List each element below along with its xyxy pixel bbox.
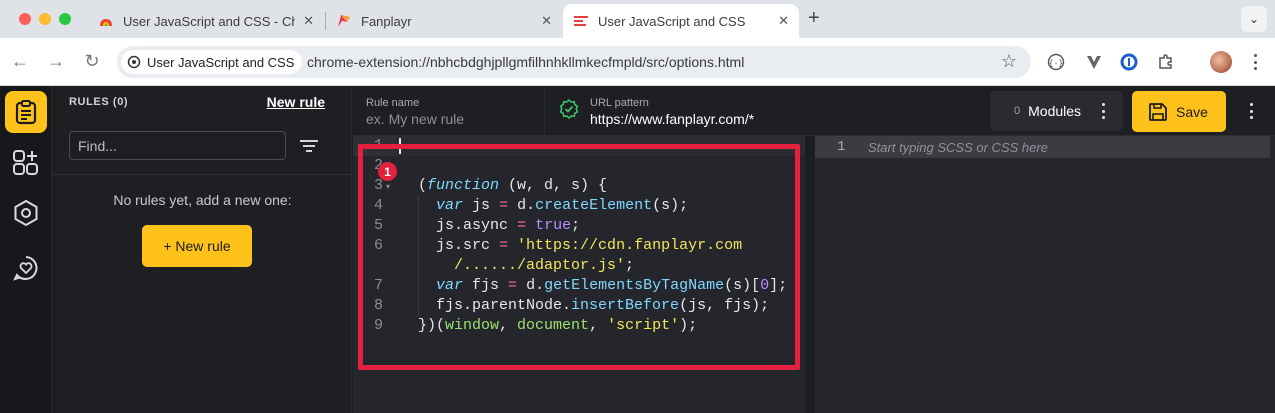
tab-title: User JavaScript and CSS - Chrome Web Sto…	[123, 13, 296, 29]
tab-search-icon[interactable]: ⌄	[1241, 6, 1267, 32]
minimize-window-button[interactable]	[39, 13, 51, 25]
modules-menu-icon[interactable]	[1101, 103, 1105, 119]
url-pattern-label: URL pattern	[590, 97, 649, 109]
modules-label: Modules	[1028, 103, 1082, 119]
settings-nav-button[interactable]	[5, 192, 47, 234]
tab-title: User JavaScript and CSS	[598, 13, 746, 29]
line-number: 1	[837, 139, 846, 155]
browser-tab-bar: User JavaScript and CSS - Chrome Web Sto…	[0, 0, 1275, 38]
empty-rules-message: No rules yet, add a new one:	[113, 192, 292, 208]
svg-text:{·}: {·}	[1049, 60, 1063, 69]
css-code-editor[interactable]: 1 Start typing SCSS or CSS here	[815, 136, 1275, 413]
close-tab-icon[interactable]: ✕	[778, 13, 789, 29]
maximize-window-button[interactable]	[59, 13, 71, 25]
url-valid-check-icon	[559, 99, 579, 119]
site-info-chip[interactable]: User JavaScript and CSS	[121, 50, 303, 74]
step-badge: 1	[378, 162, 397, 181]
modules-button[interactable]: 0 Modules	[990, 91, 1123, 131]
browser-tab[interactable]: User JavaScript and CSS - Chrome Web Sto…	[88, 4, 324, 38]
save-disk-icon	[1149, 102, 1167, 121]
address-bar[interactable]: User JavaScript and CSS chrome-extension…	[117, 46, 1031, 78]
browser-tab[interactable]: Fanplayr ✕	[326, 4, 562, 38]
rule-header-bar: Rule name URL pattern https://www.fanpla…	[353, 86, 1275, 136]
rules-panel: RULES (0) New rule No rules yet, add a n…	[53, 86, 352, 413]
heart-chat-icon	[13, 256, 38, 281]
extensions-puzzle-icon[interactable]	[1156, 52, 1176, 72]
bookmark-star-icon[interactable]: ☆	[1001, 51, 1017, 72]
close-window-button[interactable]	[19, 13, 31, 25]
tab-title: Fanplayr	[361, 13, 412, 29]
rule-name-input[interactable]	[366, 109, 536, 129]
password-manager-icon[interactable]	[1119, 52, 1139, 72]
save-label: Save	[1176, 103, 1208, 120]
browser-toolbar: ← → ↻ User JavaScript and CSS chrome-ext…	[0, 38, 1275, 86]
panel-divider	[53, 174, 352, 175]
forward-arrow-icon[interactable]: →	[45, 51, 67, 72]
rule-menu-kebab-icon[interactable]	[1249, 103, 1253, 119]
app-icon-rail	[0, 86, 52, 413]
filter-icon[interactable]	[299, 138, 319, 154]
v-extension-icon[interactable]	[1084, 52, 1104, 72]
chrome-web-store-icon	[100, 19, 112, 26]
close-tab-icon[interactable]: ✕	[303, 13, 314, 29]
new-tab-button[interactable]: +	[808, 7, 820, 30]
save-button[interactable]: Save	[1132, 91, 1226, 132]
hexagon-settings-icon	[14, 199, 38, 227]
url-pattern-value[interactable]: https://www.fanplayr.com/*	[590, 111, 754, 127]
code-extension-icon[interactable]: {·}	[1046, 52, 1066, 72]
browser-tab-active[interactable]: User JavaScript and CSS ✕	[563, 4, 799, 38]
modules-count: 0	[1014, 105, 1021, 117]
url-text: chrome-extension://nbhcbdghjpllgmfilhnhk…	[307, 54, 745, 70]
browser-menu-kebab-icon[interactable]	[1245, 52, 1265, 72]
css-editor-placeholder: Start typing SCSS or CSS here	[868, 140, 1048, 155]
reload-icon[interactable]: ↻	[81, 51, 103, 72]
header-divider	[544, 86, 545, 136]
rules-title: RULES (0)	[69, 96, 129, 108]
apps-add-icon	[13, 150, 38, 175]
close-tab-icon[interactable]: ✕	[541, 13, 552, 29]
rules-nav-button[interactable]	[5, 91, 47, 133]
site-info-label: User JavaScript and CSS	[147, 54, 295, 70]
callout-highlight-box	[358, 144, 800, 370]
editor-splitter[interactable]	[805, 136, 815, 413]
extension-badge-icon	[127, 55, 141, 69]
fanplayr-logo-icon	[338, 15, 350, 27]
clipboard-icon	[15, 100, 37, 125]
find-rules-input[interactable]	[69, 131, 286, 160]
new-rule-link[interactable]: New rule	[267, 94, 325, 110]
support-nav-button[interactable]	[5, 247, 47, 289]
modules-nav-button[interactable]	[5, 142, 47, 184]
rule-name-label: Rule name	[366, 97, 420, 109]
profile-avatar[interactable]	[1210, 51, 1232, 73]
back-arrow-icon[interactable]: ←	[9, 51, 31, 72]
user-js-css-icon	[574, 16, 588, 26]
new-rule-button[interactable]: + New rule	[142, 225, 252, 267]
